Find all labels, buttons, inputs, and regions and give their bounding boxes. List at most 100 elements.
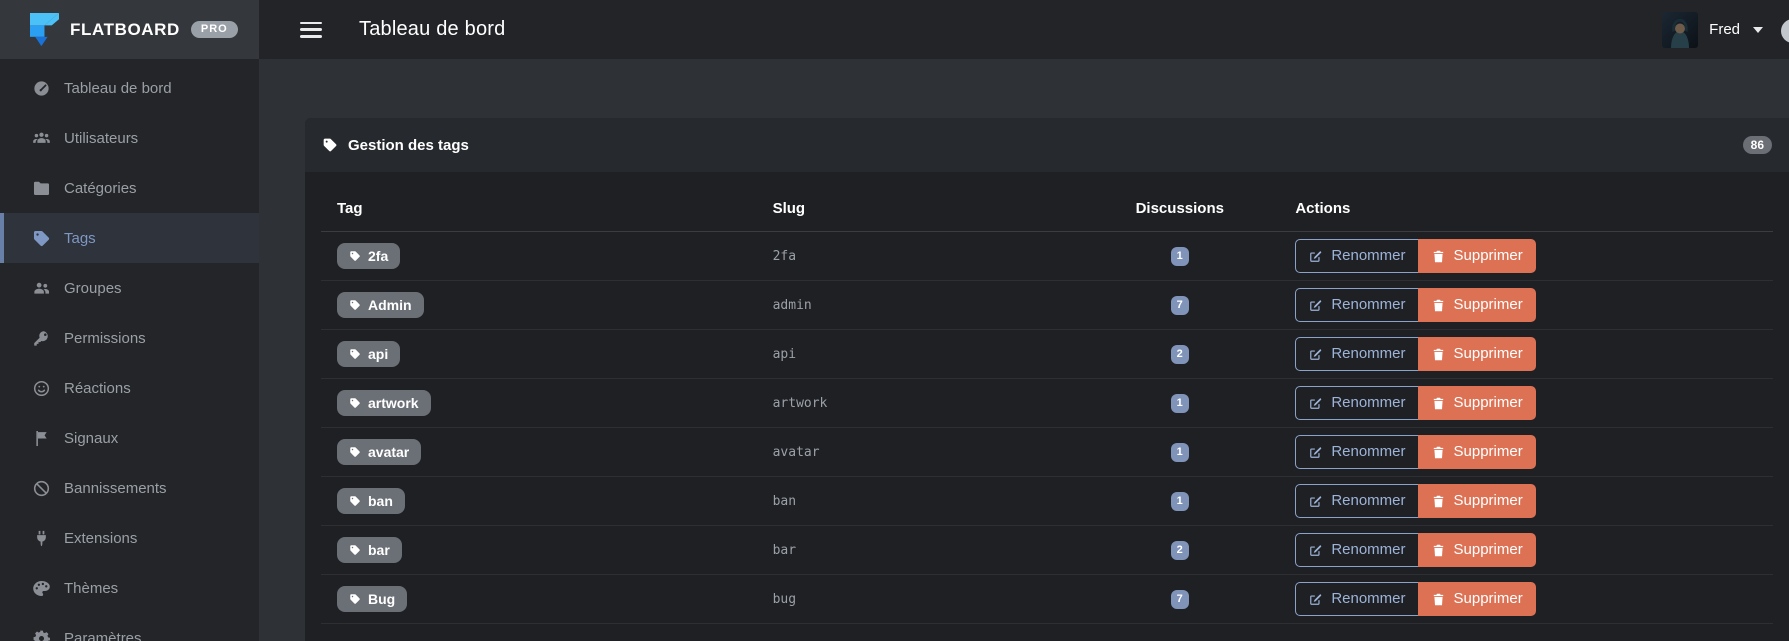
brand: FLATBOARD PRO [0, 0, 259, 59]
sidebar-item-extensions[interactable]: Extensions [0, 513, 259, 563]
top-bar-main: Tableau de bord Fred [259, 0, 1789, 59]
pro-badge: PRO [191, 21, 238, 38]
rename-button[interactable]: Renommer [1295, 337, 1418, 371]
row-actions: Renommer Supprimer [1295, 288, 1535, 322]
sidebar-item-tags[interactable]: Tags [0, 213, 259, 263]
gauge-icon [32, 79, 51, 98]
rename-button[interactable]: Renommer [1295, 435, 1418, 469]
brand-name: FLATBOARD [70, 20, 180, 40]
sidebar-item-utilisateurs[interactable]: Utilisateurs [0, 113, 259, 163]
tags-panel: Gestion des tags 86 Tag Slug Discussions [305, 118, 1789, 641]
tag-name: api [368, 346, 388, 363]
sidebar-item-reactions[interactable]: Réactions [0, 363, 259, 413]
rename-button[interactable]: Renommer [1295, 239, 1418, 273]
sidebar-item-label: Catégories [64, 180, 137, 197]
sidebar-item-tableau-de-bord[interactable]: Tableau de bord [0, 63, 259, 113]
discussions-count-badge: 7 [1171, 296, 1189, 315]
sidebar-item-label: Groupes [64, 280, 122, 297]
key-icon [32, 329, 51, 348]
delete-button[interactable]: Supprimer [1418, 533, 1536, 567]
table-row-bug: Bug bug 7 Renomm [321, 575, 1773, 624]
sidebar-item-signaux[interactable]: Signaux [0, 413, 259, 463]
discussions-count-badge: 7 [1171, 590, 1189, 609]
tag-pill: avatar [337, 439, 421, 466]
delete-button[interactable]: Supprimer [1418, 337, 1536, 371]
trash-icon [1431, 347, 1446, 362]
sidebar-item-permissions[interactable]: Permissions [0, 313, 259, 363]
delete-button[interactable]: Supprimer [1418, 288, 1536, 322]
panel-title: Gestion des tags [348, 137, 469, 154]
sidebar-item-label: Réactions [64, 380, 131, 397]
table-row-ban: ban ban 1 Renomm [321, 477, 1773, 526]
slug-cell: avatar [757, 428, 1120, 477]
edit-icon [1308, 445, 1323, 460]
rename-button[interactable]: Renommer [1295, 484, 1418, 518]
row-actions: Renommer Supprimer [1295, 484, 1535, 518]
discussions-count-badge: 1 [1171, 492, 1189, 511]
plug-icon [32, 529, 51, 548]
rename-button[interactable]: Renommer [1295, 386, 1418, 420]
user-name: Fred [1709, 21, 1740, 38]
edit-icon [1308, 543, 1323, 558]
tag-pill: ban [337, 488, 405, 515]
delete-button[interactable]: Supprimer [1418, 435, 1536, 469]
table-row-artwork: artwork artwork 1 [321, 379, 1773, 428]
smiley-icon [32, 379, 51, 398]
discussions-count-badge: 1 [1171, 394, 1189, 413]
sidebar-item-label: Utilisateurs [64, 130, 138, 147]
trash-icon [1431, 249, 1446, 264]
row-actions: Renommer Supprimer [1295, 386, 1535, 420]
trash-icon [1431, 396, 1446, 411]
tag-pill: artwork [337, 390, 431, 417]
rename-button[interactable]: Renommer [1295, 533, 1418, 567]
rename-button[interactable]: Renommer [1295, 582, 1418, 616]
slug-cell: api [757, 330, 1120, 379]
sidebar-item-bannissements[interactable]: Bannissements [0, 463, 259, 513]
trash-icon [1431, 445, 1446, 460]
tag-icon [349, 495, 361, 507]
trash-icon [1431, 298, 1446, 313]
sidebar-item-label: Signaux [64, 430, 118, 447]
trash-icon [1431, 543, 1446, 558]
avatar[interactable] [1662, 12, 1698, 48]
column-header-tag: Tag [321, 172, 757, 232]
edit-icon [1308, 249, 1323, 264]
sidebar-item-groupes[interactable]: Groupes [0, 263, 259, 313]
tag-name: bar [368, 542, 390, 559]
user-menu[interactable]: Fred [1662, 12, 1763, 48]
delete-button[interactable]: Supprimer [1418, 386, 1536, 420]
panel-header: Gestion des tags 86 [305, 118, 1789, 172]
top-bar: FLATBOARD PRO Tableau de bord Fred [0, 0, 1789, 59]
tag-name: Admin [368, 297, 412, 314]
delete-button[interactable]: Supprimer [1418, 484, 1536, 518]
sidebar-item-categories[interactable]: Catégories [0, 163, 259, 213]
tag-name: avatar [368, 444, 409, 461]
discussions-count-badge: 1 [1171, 247, 1189, 266]
page-title: Tableau de bord [359, 18, 505, 41]
chevron-down-icon [1753, 27, 1763, 33]
tag-icon [32, 229, 51, 248]
slug-cell: bar [757, 526, 1120, 575]
gear-icon [32, 629, 51, 641]
rename-button[interactable]: Renommer [1295, 288, 1418, 322]
trash-icon [1431, 494, 1446, 509]
tag-name: artwork [368, 395, 419, 412]
slug-cell: bug [757, 575, 1120, 624]
row-actions: Renommer Supprimer [1295, 337, 1535, 371]
ban-icon [32, 479, 51, 498]
slug-cell: artwork [757, 379, 1120, 428]
discussions-count-badge: 2 [1171, 541, 1189, 560]
hamburger-menu-icon[interactable] [300, 22, 322, 38]
flatboard-logo-icon [30, 13, 59, 46]
edit-icon [1308, 396, 1323, 411]
delete-button[interactable]: Supprimer [1418, 239, 1536, 273]
sidebar-item-parametres[interactable]: Paramètres [0, 613, 259, 641]
folder-icon [32, 179, 51, 198]
tag-icon [322, 137, 338, 153]
sidebar-item-themes[interactable]: Thèmes [0, 563, 259, 613]
table-row-bar: bar bar 2 Renomm [321, 526, 1773, 575]
discussions-count-badge: 2 [1171, 345, 1189, 364]
delete-button[interactable]: Supprimer [1418, 582, 1536, 616]
tag-pill: Admin [337, 292, 424, 319]
sidebar-item-label: Tableau de bord [64, 80, 172, 97]
